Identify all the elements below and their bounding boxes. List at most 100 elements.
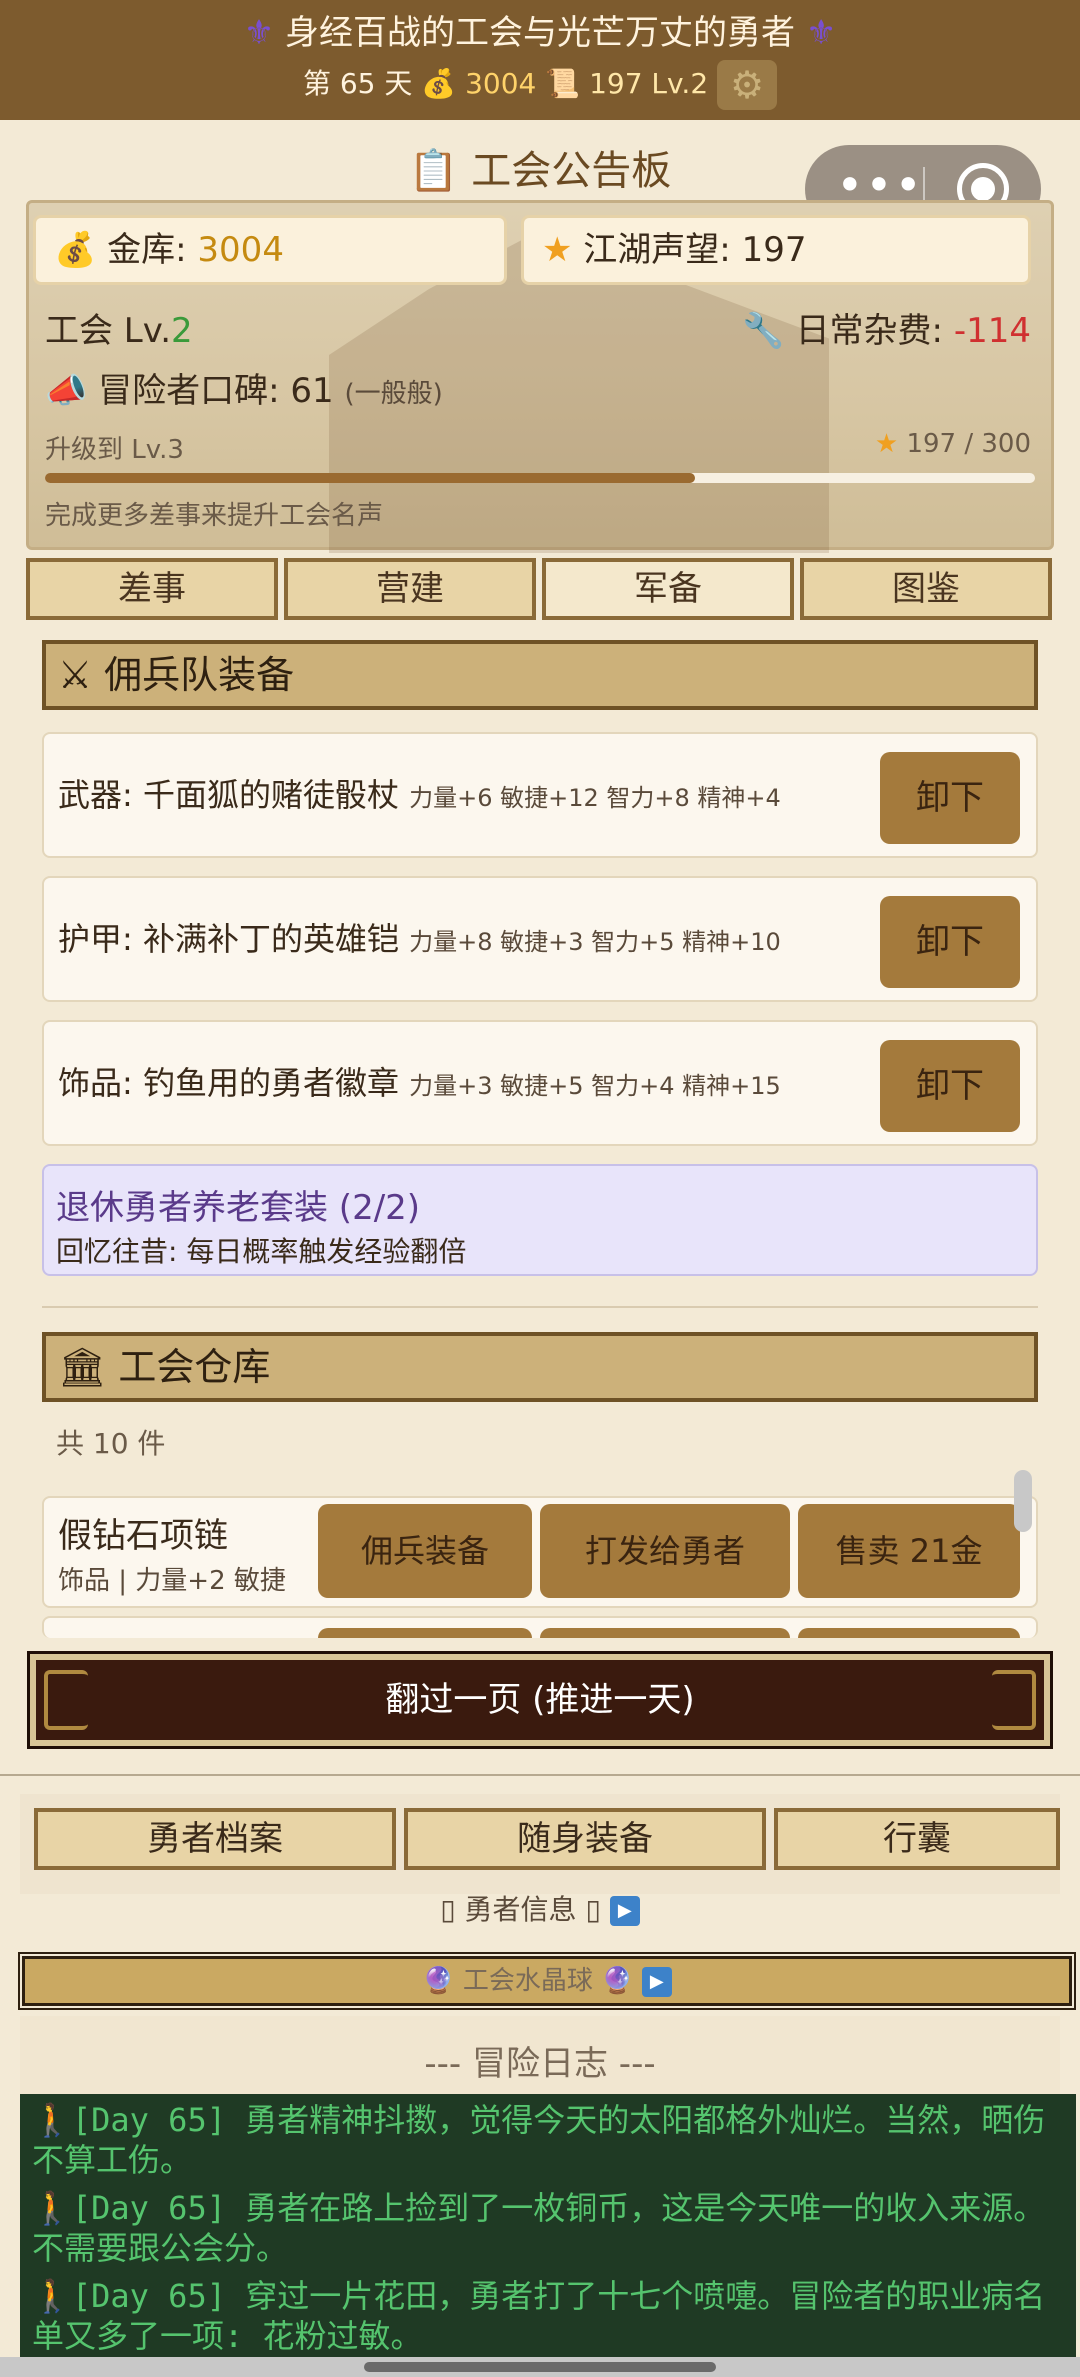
sell-button[interactable] [798, 1628, 1020, 1638]
gear-icon[interactable]: ⚙ [717, 60, 778, 110]
equipment-attrs: 力量+6 敏捷+12 智力+8 精神+4 [409, 784, 781, 812]
day-number: 65 [339, 67, 376, 100]
upgrade-progress-readout: ★ 197 / 300 [875, 429, 1031, 459]
log-entry: 🚶[Day 65] 穿过一片花田，勇者打了十七个喷嚏。冒险者的职业病名单又多了一… [20, 2270, 1076, 2357]
megaphone-icon: 📣 [45, 371, 88, 411]
log-entry: 🚶[Day 65] 勇者精神抖擞，觉得今天的太阳都格外灿烂。当然，晒伤不算工伤。 [20, 2094, 1076, 2186]
treasury-value: 3004 [197, 230, 284, 270]
fame-pill: ★ 江湖声望: 197 [521, 215, 1031, 285]
upgrade-progress-fill [45, 473, 696, 483]
equipment-line: 饰品: 钓鱼用的勇者徽章 力量+3 敏捷+5 智力+4 精神+15 [58, 1022, 781, 1147]
panel-divider [0, 1774, 1080, 1776]
tab-armory[interactable]: 军备 [542, 558, 794, 620]
fame-label: 江湖声望: [583, 230, 742, 270]
tab-hero-profile[interactable]: 勇者档案 [34, 1808, 396, 1870]
tab-errands[interactable]: 差事 [26, 558, 278, 620]
treasury-label: 金库: [107, 230, 198, 270]
warehouse-scrollbar[interactable] [1014, 1470, 1032, 1532]
guild-notice-board: 💰 金库: 3004 ★ 江湖声望: 197 工会 Lv.2 🔧 日常杂费: -… [26, 200, 1054, 553]
log-entry: 🚶[Day 65] 勇者在路上捡到了一枚铜币，这是今天唯一的收入来源。不需要跟公… [20, 2182, 1076, 2274]
give-to-hero-button[interactable]: 打发给勇者 [540, 1504, 790, 1598]
ornament-left [44, 1670, 88, 1730]
sell-button[interactable]: 售卖 21金 [798, 1504, 1020, 1598]
unequip-button[interactable]: 卸下 [880, 896, 1020, 988]
reputation-row: 📣 冒险者口碑: 61 (一般般) [45, 363, 443, 412]
equipment-slot-accessory: 饰品: 钓鱼用的勇者徽章 力量+3 敏捷+5 智力+4 精神+15 卸下 [42, 1020, 1038, 1146]
day-prefix: 第 [302, 67, 331, 100]
equipment-attrs: 力量+3 敏捷+5 智力+4 精神+15 [409, 1072, 781, 1100]
crystal-ball-bar[interactable]: 🔮 工会水晶球 🔮 ▶ [18, 1952, 1076, 2010]
crystal-ball-icon: 🔮 [422, 1966, 455, 1996]
equipment-slot-weapon: 武器: 千面狐的赌徒骰杖 力量+6 敏捷+12 智力+8 精神+4 卸下 [42, 732, 1038, 858]
board-title-text: 工会公告板 [471, 148, 672, 194]
reputation-note: (一般般) [344, 379, 443, 409]
mercenary-equipment-title: 佣兵队装备 [104, 653, 295, 697]
unequip-button[interactable]: 卸下 [880, 1040, 1020, 1132]
clipboard-icon: 📋 [408, 148, 459, 194]
unequip-button[interactable]: 卸下 [880, 752, 1020, 844]
day-suffix: 天 [384, 67, 413, 100]
upkeep-row: 🔧 日常杂费: -114 [742, 303, 1031, 352]
fame-value: 197 [741, 230, 807, 270]
set-effect: 回忆往昔: 每日概率触发经验翻倍 [56, 1235, 467, 1268]
hero-info-label: 勇者信息 [464, 1893, 577, 1926]
game-title-text: 身经百战的工会与光芒万丈的勇者 [285, 13, 795, 53]
game-title: ⚜ 身经百战的工会与光芒万丈的勇者 ⚜ [0, 10, 1080, 56]
set-bonus-box: 退休勇者养老套装 (2/2) 回忆往昔: 每日概率触发经验翻倍 [42, 1164, 1038, 1276]
tab-construction[interactable]: 营建 [284, 558, 536, 620]
guild-level: Lv.2 [651, 67, 709, 100]
board-hint: 完成更多差事来提升工会名声 [45, 501, 384, 531]
upgrade-progress-text: 197 / 300 [906, 429, 1031, 459]
section-divider [42, 1306, 1038, 1308]
guild-level-number: 2 [171, 311, 193, 351]
scroll-icon: 📜 [545, 67, 581, 100]
give-to-hero-button[interactable] [540, 1628, 790, 1638]
log-text: [Day 65] 勇者精神抖擞，觉得今天的太阳都格外灿烂。当然，晒伤不算工伤。 [32, 2101, 1046, 2179]
fleur-de-lis-icon: ⚜ [243, 13, 275, 53]
guild-level-label: 工会 Lv. [45, 311, 172, 351]
crystal-ball-icon: 🔮 [601, 1966, 634, 1996]
missing-glyph-icon: ▯ [585, 1893, 601, 1926]
play-icon[interactable]: ▶ [609, 1896, 640, 1926]
system-home-bar [0, 2357, 1080, 2377]
crystal-ball-label: 工会水晶球 [462, 1966, 593, 1996]
advance-day-button[interactable]: 翻过一页 (推进一天) [27, 1651, 1053, 1749]
item-desc-text: 饰品 | 力量+2 敏捷 [58, 1566, 286, 1596]
equip-mercenary-button[interactable]: 佣兵装备 [318, 1504, 532, 1598]
warehouse-title: 工会仓库 [118, 1345, 271, 1389]
bank-building-icon: 🏛 [58, 1345, 107, 1389]
tab-backpack[interactable]: 行囊 [774, 1808, 1060, 1870]
equipment-slot-armor: 护甲: 补满补丁的英雄铠 力量+8 敏捷+3 智力+5 精神+10 卸下 [42, 876, 1038, 1002]
main-tabs: 差事 营建 军备 图鉴 [26, 558, 1054, 620]
walking-person-icon: 🚶 [32, 2101, 72, 2139]
equip-mercenary-button[interactable] [318, 1628, 532, 1638]
ornament-right [992, 1670, 1036, 1730]
home-indicator[interactable] [364, 2362, 716, 2372]
warehouse-header: 🏛 工会仓库 [42, 1332, 1038, 1402]
wrench-icon: 🔧 [742, 311, 785, 351]
item-name: 假钻石项链 [58, 1516, 228, 1556]
tab-codex[interactable]: 图鉴 [800, 558, 1052, 620]
warehouse-item-partial [42, 1616, 1038, 1638]
upkeep-label: 日常杂费: [795, 311, 954, 351]
missing-glyph-icon: ▯ [440, 1893, 456, 1926]
log-text: [Day 65] 勇者在路上捡到了一枚铜币，这是今天唯一的收入来源。不需要跟公会… [32, 2189, 1046, 2267]
tab-carried-gear[interactable]: 随身装备 [404, 1808, 766, 1870]
equipment-line: 护甲: 补满补丁的英雄铠 力量+8 敏捷+3 智力+5 精神+10 [58, 878, 781, 1003]
log-text: [Day 65] 穿过一片花田，勇者打了十七个喷嚏。冒险者的职业病名单又多了一项… [32, 2277, 1046, 2355]
reputation-label: 冒险者口碑: 61 [98, 371, 334, 411]
walking-person-icon: 🚶 [32, 2189, 72, 2227]
status-bar: 第 65 天 💰 3004 📜 197 Lv.2 ⚙ [0, 60, 1080, 110]
equipment-attrs: 力量+8 敏捷+3 智力+5 精神+10 [409, 928, 781, 956]
board-title: 📋 工会公告板 [0, 138, 1080, 196]
equipment-name: 护甲: 补满补丁的英雄铠 [58, 920, 399, 958]
money-bag-icon: 💰 [54, 230, 97, 270]
equipment-line: 武器: 千面狐的赌徒骰杖 力量+6 敏捷+12 智力+8 精神+4 [58, 734, 781, 859]
treasury-pill: 💰 金库: 3004 [33, 215, 507, 285]
upkeep-value: -114 [953, 311, 1031, 351]
walking-person-icon: 🚶 [32, 2277, 72, 2315]
money-bag-icon: 💰 [421, 67, 457, 100]
top-header: ⚜ 身经百战的工会与光芒万丈的勇者 ⚜ 第 65 天 💰 3004 📜 197 … [0, 0, 1080, 120]
warehouse-count: 共 10 件 [56, 1427, 166, 1460]
play-icon[interactable]: ▶ [641, 1966, 672, 1997]
